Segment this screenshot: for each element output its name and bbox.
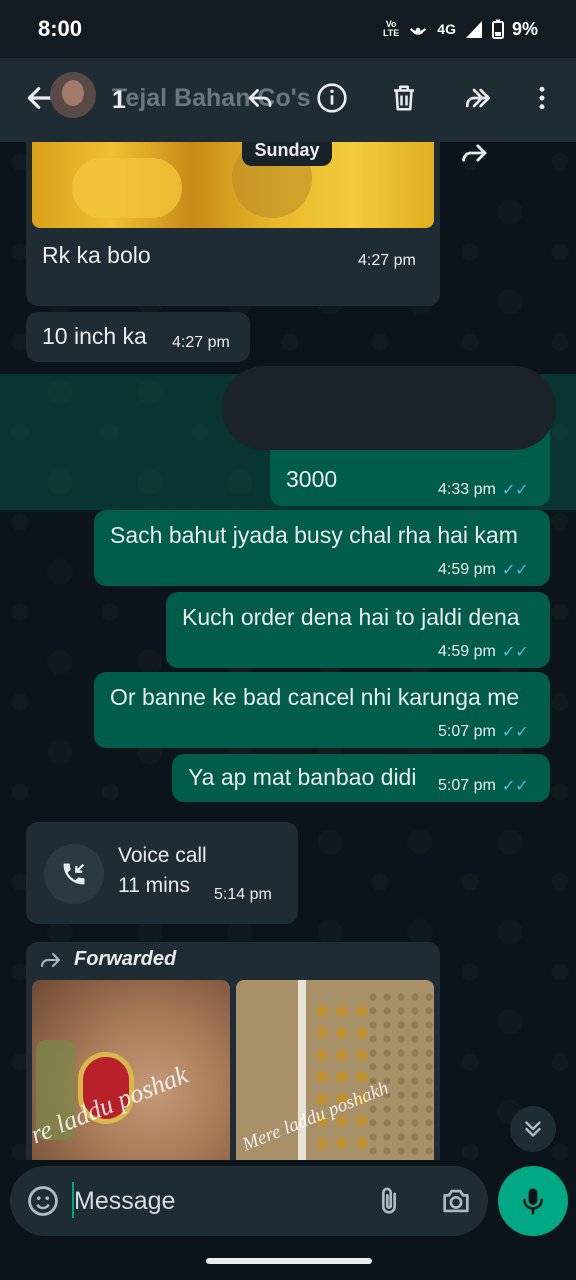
home-gesture-handle[interactable] — [206, 1258, 372, 1264]
voice-call-bubble[interactable]: Voice call 11 mins 5:14 pm — [26, 822, 298, 924]
info-icon[interactable] — [312, 78, 352, 118]
message-text: Or banne ke bad cancel nhi karunga me — [110, 684, 520, 710]
forwarded-label: Forwarded — [74, 948, 177, 970]
outgoing-message[interactable]: Ya ap mat banbao didi 5:07 pm ✓✓ — [172, 754, 550, 802]
message-time: 4:27 pm — [358, 252, 416, 269]
message-time: 4:59 pm ✓✓ — [438, 643, 529, 661]
incoming-message[interactable]: 10 inch ka 4:27 pm — [26, 312, 250, 362]
message-time: 4:59 pm ✓✓ — [438, 561, 529, 579]
poshak-image[interactable] — [32, 142, 434, 228]
outgoing-message[interactable]: Kuch order dena hai to jaldi dena 4:59 p… — [166, 592, 550, 668]
more-options-icon[interactable] — [522, 78, 562, 118]
message-text: Rk ka bolo — [42, 242, 151, 268]
read-ticks-icon: ✓✓ — [501, 778, 529, 795]
message-time: 4:33 pm ✓✓ — [438, 481, 529, 499]
message-input[interactable] — [74, 1184, 354, 1218]
selected-count: 1 — [112, 86, 126, 114]
forward-shortcut-icon[interactable] — [458, 142, 492, 175]
attach-icon[interactable] — [372, 1184, 406, 1218]
message-text: Kuch order dena hai to jaldi dena — [182, 604, 520, 630]
forwarded-media-bubble[interactable]: Forwarded re laddu poshak Mere laddu pos… — [26, 942, 440, 1160]
scroll-to-bottom-button[interactable] — [510, 1106, 556, 1152]
message-text: 3000 — [286, 466, 338, 492]
read-ticks-icon: ✓✓ — [501, 482, 529, 499]
network-type: 4G — [437, 21, 456, 37]
outgoing-message[interactable]: Sach bahut jyada busy chal rha hai kam 4… — [94, 510, 550, 586]
forwarded-icon — [41, 953, 61, 967]
contact-name: Tejal Bahan Co's — [112, 84, 311, 112]
status-bar: 8:00 Vo LTE 4G 9% — [0, 0, 576, 58]
message-text: 10 inch ka — [42, 323, 147, 349]
read-ticks-icon: ✓✓ — [501, 724, 529, 741]
poshak-image[interactable]: re laddu poshak — [32, 980, 230, 1160]
chat-area[interactable]: Rk ka bolo 4:27 pm Sunday 10 inch ka 4:2… — [0, 142, 576, 1160]
call-title: Voice call — [118, 844, 207, 867]
hotspot-icon — [410, 27, 427, 35]
message-text: Sach bahut jyada busy chal rha hai kam — [110, 522, 518, 548]
delete-icon[interactable] — [384, 78, 424, 118]
status-indicators: Vo LTE 4G 9% — [383, 16, 538, 42]
signal-icon — [465, 21, 482, 38]
message-text: Ya ap mat banbao didi — [188, 764, 417, 790]
emoji-icon[interactable] — [26, 1184, 60, 1218]
message-time: 5:07 pm ✓✓ — [438, 777, 529, 795]
mic-icon — [523, 1188, 543, 1215]
status-time: 8:00 — [38, 16, 83, 41]
battery-icon — [491, 19, 504, 39]
camera-icon[interactable] — [438, 1184, 474, 1218]
avatar[interactable] — [50, 72, 96, 118]
double-chevron-down-icon — [525, 1121, 541, 1137]
redacted-overlay — [222, 366, 556, 450]
reply-icon[interactable] — [240, 78, 280, 118]
volte-icon: Vo LTE — [382, 19, 400, 38]
outgoing-message[interactable]: Or banne ke bad cancel nhi karunga me 5:… — [94, 672, 550, 748]
message-time: 4:27 pm — [172, 334, 230, 351]
beads-image[interactable]: Mere laddu poshakh — [236, 980, 434, 1160]
read-ticks-icon: ✓✓ — [501, 562, 529, 579]
message-input-bar — [10, 1166, 488, 1236]
message-time: 5:07 pm ✓✓ — [438, 723, 529, 741]
read-ticks-icon: ✓✓ — [501, 644, 529, 661]
date-chip: Sunday — [242, 142, 332, 166]
message-time: 5:14 pm — [214, 886, 272, 903]
battery-percent: 9% — [511, 18, 538, 39]
call-duration: 11 mins — [118, 874, 190, 897]
mic-button[interactable] — [498, 1166, 568, 1236]
image-message-bubble[interactable]: Rk ka bolo 4:27 pm — [26, 142, 440, 306]
selection-app-bar: Tejal Bahan Co's 1 — [0, 58, 576, 142]
missed-call-icon — [44, 844, 104, 904]
forward-icon[interactable] — [458, 78, 498, 118]
